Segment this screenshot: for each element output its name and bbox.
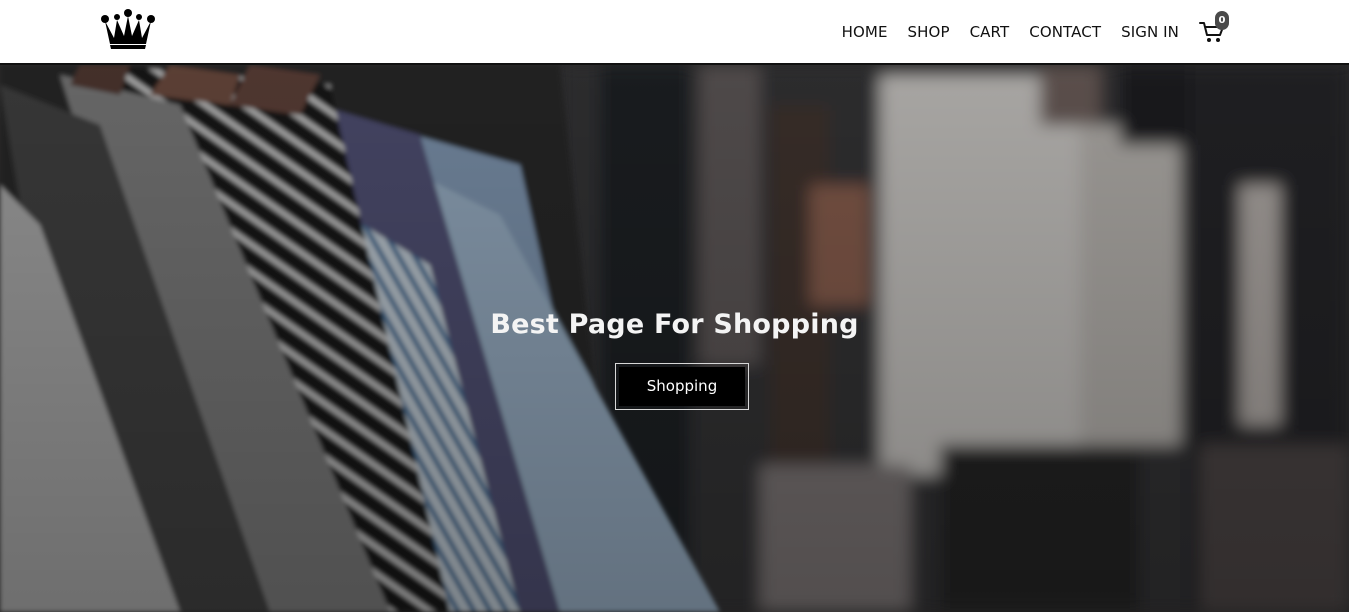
hero-banner: Best Page For Shopping Shopping [0, 65, 1349, 612]
nav-links: HOME SHOP CART CONTACT SIGN IN 0 [822, 0, 1229, 63]
cart-count-badge: 0 [1215, 10, 1229, 30]
hero-title: Best Page For Shopping [490, 309, 859, 340]
nav-shop-link[interactable]: SHOP [908, 23, 950, 41]
shopping-button-frame[interactable]: Shopping [615, 363, 749, 410]
nav-signin-link[interactable]: SIGN IN [1121, 23, 1179, 41]
nav-contact-link[interactable]: CONTACT [1029, 23, 1101, 41]
navbar: HOME SHOP CART CONTACT SIGN IN 0 [0, 0, 1349, 65]
nav-cart-link[interactable]: CART [970, 23, 1010, 41]
shopping-button[interactable]: Shopping [619, 367, 745, 406]
nav-home-link[interactable]: HOME [842, 23, 888, 41]
cart-button[interactable]: 0 [1199, 10, 1229, 45]
crown-logo-icon[interactable] [100, 8, 156, 52]
